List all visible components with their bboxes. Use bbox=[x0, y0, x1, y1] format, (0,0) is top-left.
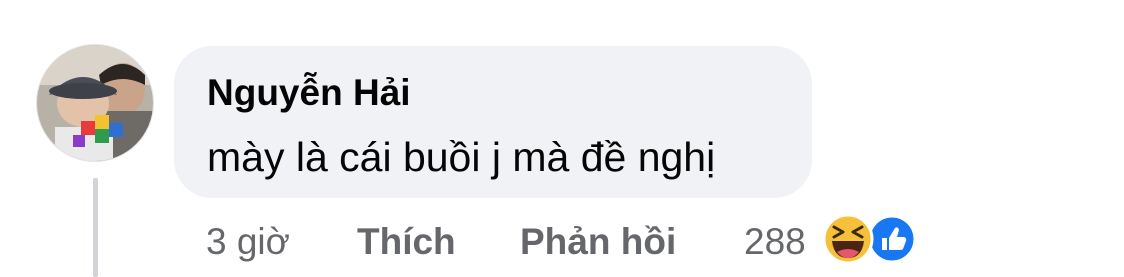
reaction-icons[interactable] bbox=[818, 212, 922, 266]
comment-bubble: Nguyễn Hải mày là cái buồi j mà đề nghị bbox=[174, 46, 812, 198]
reaction-count[interactable]: 288 bbox=[744, 221, 806, 263]
comment-author-name[interactable]: Nguyễn Hải bbox=[207, 72, 411, 114]
comment-timestamp[interactable]: 3 giờ bbox=[206, 221, 290, 265]
avatar-photo bbox=[37, 45, 153, 161]
haha-icon bbox=[822, 213, 874, 265]
like-button[interactable]: Thích bbox=[357, 221, 456, 265]
reply-button[interactable]: Phản hồi bbox=[520, 221, 676, 265]
reply-thread-line bbox=[93, 178, 98, 277]
like-icon bbox=[867, 214, 917, 264]
avatar[interactable] bbox=[36, 44, 154, 162]
comment-text: mày là cái buồi j mà đề nghị bbox=[207, 134, 716, 180]
